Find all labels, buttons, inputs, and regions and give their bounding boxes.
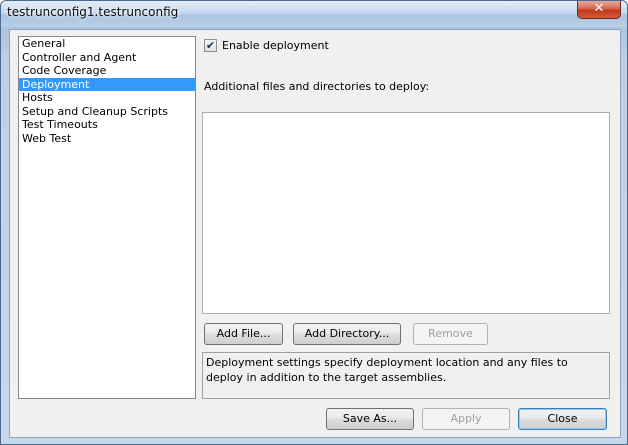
- additional-files-label: Additional files and directories to depl…: [204, 80, 430, 93]
- save-as-button[interactable]: Save As...: [326, 408, 414, 430]
- add-file-button[interactable]: Add File...: [204, 323, 283, 345]
- category-item-setup-and-cleanup-scripts[interactable]: Setup and Cleanup Scripts: [19, 105, 195, 119]
- category-item-controller-and-agent[interactable]: Controller and Agent: [19, 51, 195, 65]
- remove-button[interactable]: Remove: [413, 323, 488, 345]
- enable-deployment-checkbox[interactable]: ✔: [204, 39, 217, 52]
- apply-button[interactable]: Apply: [422, 408, 510, 430]
- category-item-hosts[interactable]: Hosts: [19, 91, 195, 105]
- enable-deployment-label[interactable]: Enable deployment: [222, 39, 329, 52]
- dialog-client-area: General Controller and Agent Code Covera…: [9, 29, 621, 438]
- category-item-deployment[interactable]: Deployment: [19, 77, 195, 91]
- category-item-test-timeouts[interactable]: Test Timeouts: [19, 118, 195, 132]
- category-list[interactable]: General Controller and Agent Code Covera…: [18, 36, 196, 399]
- enable-deployment-row[interactable]: ✔ Enable deployment: [204, 39, 329, 52]
- add-directory-button[interactable]: Add Directory...: [293, 323, 401, 345]
- close-button[interactable]: Close: [518, 408, 607, 430]
- deployment-description: Deployment settings specify deployment l…: [202, 352, 610, 399]
- title-bar[interactable]: testrunconfig1.testrunconfig ✕: [1, 1, 627, 27]
- category-item-general[interactable]: General: [19, 37, 195, 51]
- window-title: testrunconfig1.testrunconfig: [7, 5, 179, 19]
- deployment-files-list[interactable]: [202, 112, 610, 314]
- dialog-window: testrunconfig1.testrunconfig ✕ General C…: [0, 0, 628, 445]
- window-close-icon[interactable]: ✕: [577, 1, 621, 19]
- category-item-web-test[interactable]: Web Test: [19, 132, 195, 146]
- category-item-code-coverage[interactable]: Code Coverage: [19, 64, 195, 78]
